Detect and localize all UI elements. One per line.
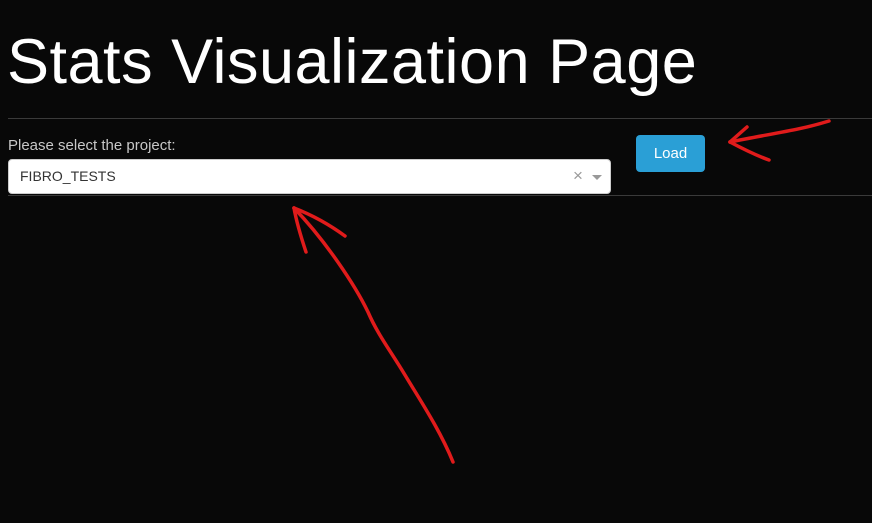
top-divider bbox=[8, 118, 872, 119]
bottom-divider bbox=[8, 195, 872, 196]
project-select-label: Please select the project: bbox=[8, 137, 176, 154]
project-select[interactable]: FIBRO_TESTS × bbox=[8, 159, 611, 194]
close-icon[interactable]: × bbox=[572, 166, 584, 186]
chevron-down-icon[interactable] bbox=[592, 175, 602, 180]
annotation-arrow-to-project-select bbox=[292, 206, 455, 464]
load-button[interactable]: Load bbox=[636, 135, 705, 172]
annotation-arrowhead-select-right bbox=[292, 206, 347, 238]
page-title: Stats Visualization Page bbox=[7, 27, 698, 97]
project-select-value: FIBRO_TESTS bbox=[20, 168, 116, 184]
annotation-arrowhead-load-lower bbox=[728, 140, 771, 162]
annotation-arrowhead-select-left bbox=[292, 206, 308, 254]
page: Stats Visualization Page Please select t… bbox=[0, 0, 872, 523]
annotation-arrowhead-load-upper bbox=[728, 125, 749, 144]
annotation-arrow-to-load-button bbox=[728, 119, 831, 144]
